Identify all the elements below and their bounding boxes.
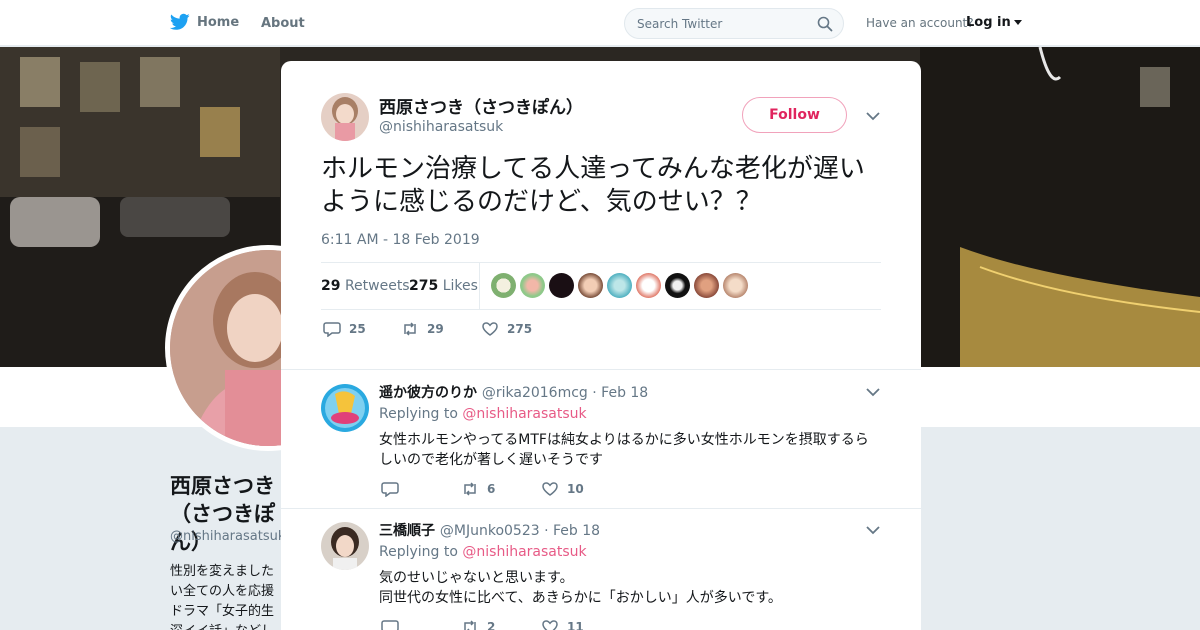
have-account-text: Have an account?: [866, 16, 974, 30]
liker-avatar[interactable]: [636, 273, 661, 298]
reply-author-name: 遥か彼方のりか: [379, 385, 477, 401]
retweet-count: 2: [487, 620, 496, 630]
bio-line: ドラマ「女子的生: [170, 604, 275, 619]
nav-home-label: Home: [197, 14, 240, 30]
retweet-count: 29: [427, 322, 444, 336]
likes-label: Likes: [442, 278, 478, 294]
heart-icon: [482, 322, 498, 336]
tweet-stats: 29 Retweets 275 Likes: [321, 262, 881, 310]
chevron-down-icon[interactable]: [866, 387, 880, 397]
retweet-icon: [464, 620, 476, 630]
bio-line: 性別を変えました: [170, 564, 275, 579]
like-count: 275: [507, 322, 533, 336]
replying-to: Replying to @nishiharasatsuk: [379, 406, 587, 422]
reply-icon: [381, 482, 399, 497]
tweet-actions: 25 29 275: [321, 321, 621, 341]
reply-avatar-image: [321, 522, 369, 570]
reply-icon: [323, 322, 341, 337]
retweet-icon: [404, 322, 416, 336]
replying-prefix: Replying to: [379, 544, 458, 560]
heart-icon: [542, 482, 558, 496]
author-name[interactable]: 西原さつき（さつきぽん）: [379, 93, 583, 118]
reply-action[interactable]: [381, 481, 399, 497]
likes-stat[interactable]: 275 Likes: [409, 278, 478, 294]
search-icon[interactable]: [817, 16, 833, 32]
heart-icon: [542, 620, 558, 630]
retweets-stat[interactable]: 29 Retweets: [321, 278, 410, 294]
login-dropdown[interactable]: Log in: [966, 15, 1022, 30]
retweet-action[interactable]: 29: [401, 321, 444, 337]
reply-text-line: 気のせいじゃないと思います。: [379, 570, 574, 586]
reply-author[interactable]: 三橋順子 @MJunko0523 · Feb 18: [379, 520, 600, 540]
liker-avatar[interactable]: [665, 273, 690, 298]
replying-to: Replying to @nishiharasatsuk: [379, 544, 587, 560]
replying-prefix: Replying to: [379, 406, 458, 422]
retweet-count: 6: [487, 482, 496, 496]
reply-author-meta: @rika2016mcg · Feb 18: [481, 385, 649, 401]
bio-line: 深イイ話」などし: [170, 622, 282, 630]
liker-avatar[interactable]: [578, 273, 603, 298]
retweets-count: 29: [321, 278, 341, 294]
tweet-text: ホルモン治療してる人達ってみんな老化が遅いように感じるのだけど、気のせい？？: [321, 154, 865, 217]
nav-home-link[interactable]: Home: [170, 13, 239, 31]
liker-avatar[interactable]: [607, 273, 632, 298]
background-profile-bio: 性別を変えました い全ての人を応援 ドラマ「女子的生 深イイ話」などし: [170, 562, 282, 630]
reply-avatar[interactable]: [321, 522, 369, 570]
like-action[interactable]: 11: [541, 619, 584, 630]
like-action[interactable]: 275: [481, 321, 532, 337]
retweet-action[interactable]: 2: [461, 619, 495, 630]
liker-avatar[interactable]: [520, 273, 545, 298]
reply-count: 25: [349, 322, 366, 336]
reply-action[interactable]: [381, 619, 399, 630]
login-label: Log in: [966, 15, 1011, 30]
replying-to-link[interactable]: @nishiharasatsuk: [462, 544, 586, 560]
reply-author-meta: @MJunko0523 · Feb 18: [439, 523, 601, 539]
author-avatar-image: [321, 93, 369, 141]
retweets-label: Retweets: [344, 278, 410, 294]
like-count: 11: [567, 620, 584, 630]
reply-text-line: 同世代の女性に比べて、あきらかに「おかしい」人が多いです。: [379, 590, 782, 606]
liker-avatar[interactable]: [549, 273, 574, 298]
search-placeholder: Search Twitter: [637, 17, 723, 31]
chevron-down-icon[interactable]: [866, 111, 880, 121]
liker-avatar[interactable]: [694, 273, 719, 298]
follow-button[interactable]: Follow: [742, 97, 847, 133]
likes-count: 275: [409, 278, 439, 294]
stats-divider: [479, 263, 480, 309]
background-profile-handle: @nishiharasatsuk: [170, 529, 282, 544]
retweet-action[interactable]: 6: [461, 481, 495, 497]
liker-avatar[interactable]: [491, 273, 516, 298]
reply-tweet[interactable]: 遥か彼方のりか @rika2016mcg · Feb 18 Replying t…: [281, 369, 921, 509]
reply-icon: [381, 620, 399, 630]
author-avatar[interactable]: [321, 93, 369, 141]
replying-to-link[interactable]: @nishiharasatsuk: [462, 406, 586, 422]
nav-about-link[interactable]: About: [261, 16, 305, 31]
reply-author-name: 三橋順子: [379, 523, 435, 539]
like-action[interactable]: 10: [541, 481, 584, 497]
reply-avatar-image: [321, 384, 369, 432]
retweet-icon: [464, 482, 476, 496]
tweet-modal: 西原さつき（さつきぽん） @nishiharasatsuk Follow ホルモ…: [281, 61, 921, 630]
liker-avatar[interactable]: [723, 273, 748, 298]
reply-author[interactable]: 遥か彼方のりか @rika2016mcg · Feb 18: [379, 382, 648, 402]
permalink-tweet: 西原さつき（さつきぽん） @nishiharasatsuk Follow ホルモ…: [281, 61, 921, 369]
reply-avatar[interactable]: [321, 384, 369, 432]
close-icon[interactable]: [1154, 12, 1178, 36]
search-input[interactable]: Search Twitter: [624, 8, 844, 39]
reply-text: 女性ホルモンやってるMTFは純女よりはるかに多い女性ホルモンを摂取するらしいので…: [379, 432, 869, 468]
reply-action[interactable]: 25: [323, 321, 366, 337]
twitter-bird-icon: [170, 13, 190, 30]
author-handle[interactable]: @nishiharasatsuk: [379, 119, 503, 135]
reply-tweet[interactable]: 三橋順子 @MJunko0523 · Feb 18 Replying to @n…: [281, 508, 921, 630]
tweet-timestamp[interactable]: 6:11 AM - 18 Feb 2019: [321, 232, 480, 248]
top-nav-bar: Home About Search Twitter Have an accoun…: [0, 0, 1200, 46]
caret-down-icon: [1013, 20, 1022, 25]
chevron-down-icon[interactable]: [866, 525, 880, 535]
like-count: 10: [567, 482, 584, 496]
reply-text: 気のせいじゃないと思います。 同世代の女性に比べて、あきらかに「おかしい」人が多…: [379, 568, 879, 608]
bio-line: い全ての人を応援: [170, 584, 275, 599]
